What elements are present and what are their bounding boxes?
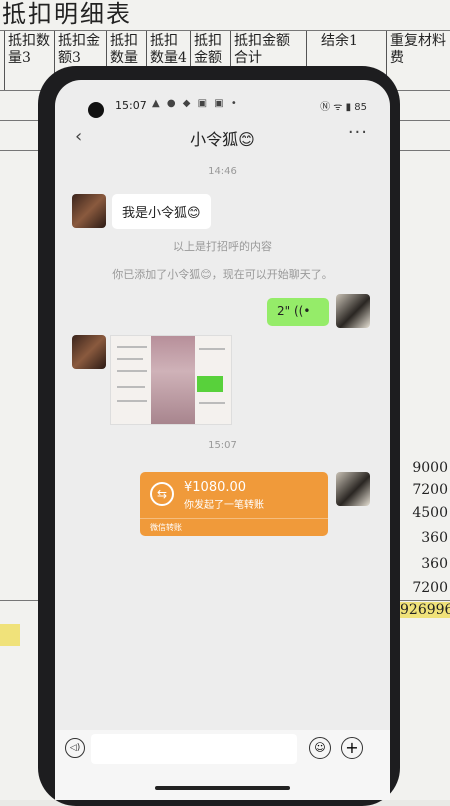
image-content	[199, 402, 225, 404]
timestamp: 14:46	[208, 166, 237, 177]
image-content	[117, 400, 147, 402]
contact-avatar[interactable]	[72, 194, 106, 228]
system-message: 你已添加了小令狐😊，现在可以开始聊天了。	[112, 268, 333, 281]
system-message: 以上是打招呼的内容	[173, 240, 272, 253]
paper-highlight	[0, 624, 20, 646]
phone-screen: 15:07 ▲ ● ◆ ▣ ▣ • Ⓝ ᯤ ▮ 85 ‹ 小令狐😊 ··· 14…	[55, 80, 390, 800]
image-content	[117, 358, 143, 360]
contact-avatar[interactable]	[72, 335, 106, 369]
image-content	[197, 376, 223, 392]
image-content	[199, 348, 225, 350]
transfer-icon: ⇆	[150, 482, 174, 506]
emoji-icon[interactable]: ☺	[309, 737, 331, 759]
message-bubble[interactable]: 我是小令狐😊	[112, 194, 211, 229]
paper-value: 4500	[412, 505, 448, 521]
paper-line	[0, 30, 450, 31]
paper-header: 重复材料费	[386, 30, 450, 90]
status-time: 15:07	[115, 99, 147, 112]
paper-value: 360	[421, 556, 448, 572]
self-avatar[interactable]	[336, 472, 370, 506]
image-content	[151, 336, 195, 424]
image-message[interactable]	[110, 335, 232, 425]
timestamp: 15:07	[208, 440, 237, 451]
self-avatar[interactable]	[336, 294, 370, 328]
voice-input-icon[interactable]: ◁)	[65, 738, 85, 758]
transfer-description: 你发起了一笔转账	[184, 500, 264, 511]
paper-value: 9000	[412, 460, 448, 476]
paper-value: 7200	[412, 482, 448, 498]
message-input[interactable]	[91, 734, 297, 764]
more-icon[interactable]: ···	[348, 122, 368, 143]
paper-value: 7200	[412, 580, 448, 596]
paper-value: 360	[421, 530, 448, 546]
battery-signal-icons: Ⓝ ᯤ ▮ 85	[320, 102, 367, 113]
status-bar: 15:07 ▲ ● ◆ ▣ ▣ • Ⓝ ᯤ ▮ 85	[55, 80, 390, 118]
paper-value: 926996	[400, 602, 450, 618]
image-content	[117, 370, 147, 372]
chat-header: ‹ 小令狐😊 ···	[55, 120, 390, 152]
camera-hole	[88, 102, 104, 118]
paper-title: 抵扣明细表	[2, 0, 132, 28]
plus-icon[interactable]: +	[341, 737, 363, 759]
image-content	[117, 346, 147, 348]
voice-message-bubble[interactable]: 2" ((•	[267, 298, 329, 326]
chat-title: 小令狐😊	[190, 130, 255, 149]
transfer-amount: ¥1080.00	[184, 480, 247, 495]
home-indicator[interactable]	[155, 786, 290, 790]
notification-icons: ▲ ● ◆ ▣ ▣ •	[152, 98, 239, 109]
transfer-footer: 微信转账	[140, 518, 328, 536]
transfer-card[interactable]: ⇆ ¥1080.00 你发起了一笔转账 微信转账	[140, 472, 328, 536]
image-content	[117, 386, 145, 388]
